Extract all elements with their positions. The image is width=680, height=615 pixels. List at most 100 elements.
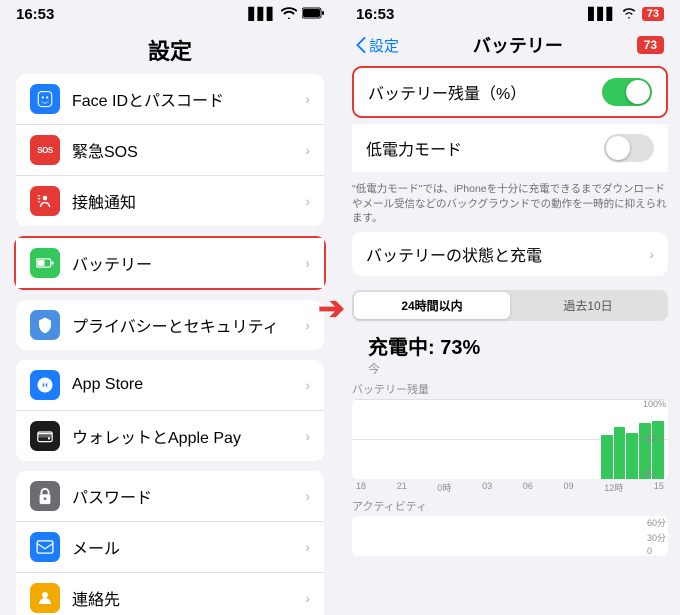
wallet-icon <box>30 421 60 451</box>
password-label: パスワード <box>72 484 305 508</box>
x-label-5: 09 <box>564 481 574 494</box>
battery-residual-toggle[interactable] <box>602 78 652 106</box>
right-signal-icon: ▋▋▋ <box>588 7 616 21</box>
left-settings-list: Face IDとパスコード › SOS 緊急SOS › 接触通知 › <box>0 74 340 615</box>
password-chevron: › <box>305 488 310 504</box>
sos-label: 緊急SOS <box>72 138 305 162</box>
settings-section-1: Face IDとパスコード › SOS 緊急SOS › 接触通知 › <box>16 74 324 226</box>
battery-state-row[interactable]: バッテリーの状態と充電 › <box>352 232 668 276</box>
signal-icon: ▋▋▋ <box>248 7 276 21</box>
power-mode-label: 低電力モード <box>366 136 604 160</box>
bar-19 <box>601 435 613 479</box>
settings-row-password[interactable]: パスワード › <box>16 471 324 522</box>
settings-row-wallet[interactable]: ウォレットとApple Pay › <box>16 411 324 461</box>
battery-chart: 100% 50% 0% <box>352 399 668 479</box>
left-status-bar: 16:53 ▋▋▋ <box>0 0 340 28</box>
wallet-chevron: › <box>305 428 310 444</box>
x-label-7: 15 <box>654 481 664 494</box>
charging-info: 充電中: 73% 今 <box>354 327 666 381</box>
battery-state-label: バッテリーの状態と充電 <box>366 242 649 266</box>
battery-chart-area: バッテリー残量 <box>352 381 668 615</box>
contact-label: 接触通知 <box>72 189 305 213</box>
toggle-thumb <box>626 80 650 104</box>
battery-residual-row[interactable]: バッテリー残量（%） <box>354 68 666 116</box>
settings-section-2: プライバシーとセキュリティ › <box>16 300 324 350</box>
power-mode-section: 低電力モード <box>352 124 668 172</box>
power-mode-row[interactable]: 低電力モード <box>352 124 668 172</box>
charging-sub: 今 <box>368 360 652 377</box>
x-label-1: 21 <box>397 481 407 494</box>
settings-section-4: パスワード › メール › 連絡先 › 16 カ <box>16 471 324 615</box>
tab-10d[interactable]: 過去10日 <box>510 292 666 319</box>
time-selector: 24時間以内 過去10日 <box>352 290 668 321</box>
power-mode-toggle-thumb <box>606 136 630 160</box>
left-panel: 16:53 ▋▋▋ 設定 Face IDとパスコード › SOS 緊急S <box>0 0 340 615</box>
right-status-bar: 16:53 ▋▋▋ 73 <box>340 0 680 28</box>
right-page-title: バッテリー <box>473 32 563 58</box>
mail-label: メール <box>72 535 305 559</box>
settings-row-privacy[interactable]: プライバシーとセキュリティ › <box>16 300 324 350</box>
faceid-icon <box>30 84 60 114</box>
appstore-chevron: › <box>305 377 310 393</box>
battery-state-chevron: › <box>649 246 654 262</box>
x-label-3: 03 <box>482 481 492 494</box>
back-label: 設定 <box>369 35 399 56</box>
chart-label-0: 0% <box>643 469 666 479</box>
battery-section-highlight[interactable]: バッテリー › <box>14 236 326 290</box>
chart-label-100: 100% <box>643 399 666 409</box>
battery-label: バッテリー <box>72 251 305 275</box>
wallet-label: ウォレットとApple Pay <box>72 424 305 448</box>
activity-label-30: 30分 <box>647 531 666 544</box>
right-panel: 16:53 ▋▋▋ 73 設定 バッテリー 73 バッテリー残量（%） 低電力モ… <box>340 0 680 615</box>
mail-icon <box>30 532 60 562</box>
right-wifi-icon <box>621 7 637 22</box>
settings-row-battery[interactable]: バッテリー › <box>16 238 324 288</box>
settings-row-appstore[interactable]: App Store › <box>16 360 324 411</box>
appstore-icon <box>30 370 60 400</box>
right-battery-status: 73 <box>642 7 664 21</box>
battery-settings-icon <box>30 248 60 278</box>
privacy-icon <box>30 310 60 340</box>
contacts-label: 連絡先 <box>72 586 305 610</box>
bar-20 <box>614 427 626 479</box>
mail-chevron: › <box>305 539 310 555</box>
chart-bars <box>352 399 668 479</box>
settings-row-mail[interactable]: メール › <box>16 522 324 573</box>
battery-residual-section: バッテリー残量（%） <box>352 66 668 118</box>
chart-label-50: 50% <box>643 434 666 444</box>
sos-icon: SOS <box>30 135 60 165</box>
back-button[interactable]: 設定 <box>356 35 399 56</box>
battery-residual-label: バッテリー残量（%） <box>368 80 602 104</box>
charging-text: 充電中: 73% <box>368 331 652 360</box>
battery-chevron: › <box>305 255 310 271</box>
power-mode-note: "低電力モード"では、iPhoneを十分に充電できるまでダウンロードやメール受信… <box>352 182 668 226</box>
settings-row-sos[interactable]: SOS 緊急SOS › <box>16 125 324 176</box>
wifi-icon <box>281 7 297 22</box>
contacts-chevron: › <box>305 590 310 606</box>
contact-chevron: › <box>305 193 310 209</box>
battery-icon <box>302 7 324 22</box>
privacy-label: プライバシーとセキュリティ <box>72 313 305 337</box>
x-label-2: 0時 <box>437 481 451 494</box>
activity-label-0: 0 <box>647 546 666 556</box>
bar-21 <box>626 433 638 479</box>
password-icon <box>30 481 60 511</box>
settings-row-contact[interactable]: 接触通知 › <box>16 176 324 226</box>
x-label-6: 12時 <box>604 481 623 494</box>
activity-chart: 60分 30分 0 <box>352 516 668 556</box>
nav-battery-badge: 73 <box>637 36 664 54</box>
right-status-time: 16:53 <box>356 6 394 23</box>
left-page-title: 設定 <box>0 28 340 74</box>
settings-row-faceid[interactable]: Face IDとパスコード › <box>16 74 324 125</box>
settings-row-contacts[interactable]: 連絡先 › <box>16 573 324 615</box>
activity-labels-right: 60分 30分 0 <box>647 516 666 556</box>
chart-title: バッテリー残量 <box>352 381 668 397</box>
privacy-chevron: › <box>305 317 310 333</box>
faceid-label: Face IDとパスコード <box>72 87 305 111</box>
right-nav: 設定 バッテリー 73 <box>340 28 680 66</box>
sos-chevron: › <box>305 142 310 158</box>
left-status-icons: ▋▋▋ <box>248 7 324 22</box>
power-mode-toggle[interactable] <box>604 134 654 162</box>
tab-24h[interactable]: 24時間以内 <box>354 292 510 319</box>
appstore-label: App Store <box>72 376 305 394</box>
